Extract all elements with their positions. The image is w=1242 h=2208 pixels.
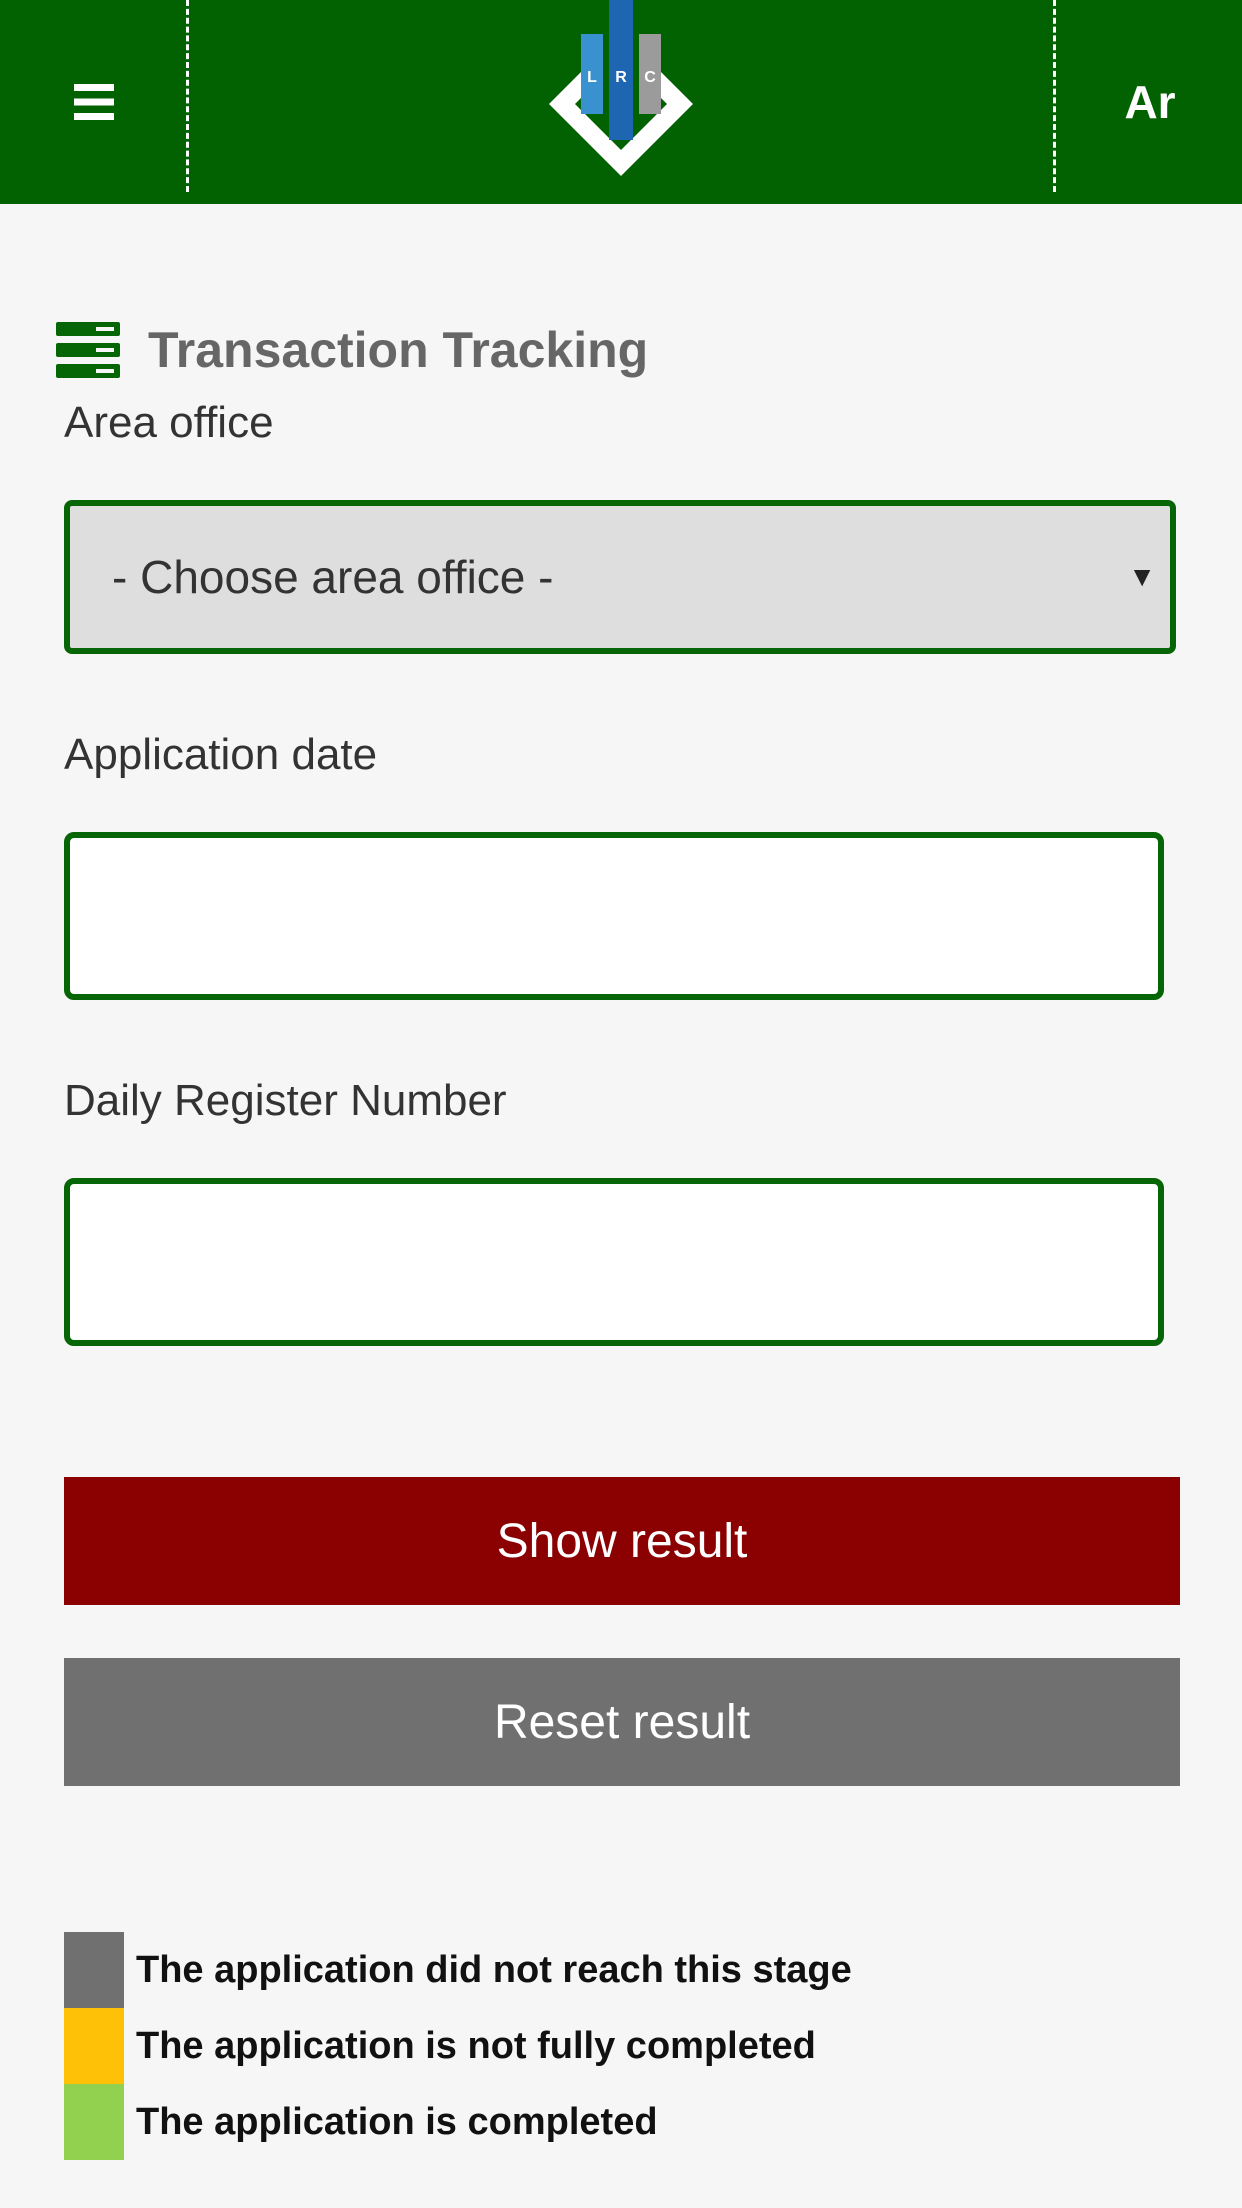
header-divider-right xyxy=(1053,0,1056,192)
reset-result-button[interactable]: Reset result xyxy=(64,1658,1180,1786)
logo-letter-l: L xyxy=(587,69,597,86)
show-result-button[interactable]: Show result xyxy=(64,1477,1180,1605)
logo-letter-r: R xyxy=(615,69,627,86)
legend-swatch-yellow xyxy=(64,2008,124,2084)
area-office-select[interactable]: - Choose area office - ▼ xyxy=(64,500,1176,654)
legend-item-completed: The application is completed xyxy=(64,2084,1164,2160)
page-title: Transaction Tracking xyxy=(56,318,648,382)
application-date-label: Application date xyxy=(64,730,378,779)
legend-text: The application is not fully completed xyxy=(136,2024,816,2067)
lrc-logo[interactable]: L R C xyxy=(541,0,701,194)
server-stack-icon xyxy=(56,322,120,378)
legend-text: The application did not reach this stage xyxy=(136,1948,852,1991)
legend-item-not-reached: The application did not reach this stage xyxy=(64,1932,1164,2008)
logo-letter-c: C xyxy=(644,69,656,86)
legend-text: The application is completed xyxy=(136,2100,658,2143)
area-office-label: Area office xyxy=(64,398,274,447)
page-title-text: Transaction Tracking xyxy=(148,322,649,378)
area-office-selected-value: - Choose area office - xyxy=(112,551,554,603)
header-divider-left xyxy=(186,0,189,192)
application-date-input[interactable] xyxy=(64,832,1164,1000)
daily-register-input[interactable] xyxy=(64,1178,1164,1346)
menu-button[interactable] xyxy=(0,0,188,204)
dropdown-arrow-icon: ▼ xyxy=(1128,561,1156,592)
lrc-logo-icon: L R C xyxy=(549,0,693,176)
legend-swatch-gray xyxy=(64,1932,124,2008)
hamburger-menu-icon xyxy=(74,84,114,120)
legend-item-not-fully-completed: The application is not fully completed xyxy=(64,2008,1164,2084)
status-legend: The application did not reach this stage… xyxy=(64,1932,1164,2160)
app-header: L R C Ar xyxy=(0,0,1242,204)
language-toggle-button[interactable]: Ar xyxy=(1058,0,1242,204)
legend-swatch-green xyxy=(64,2084,124,2160)
daily-register-label: Daily Register Number xyxy=(64,1076,507,1125)
